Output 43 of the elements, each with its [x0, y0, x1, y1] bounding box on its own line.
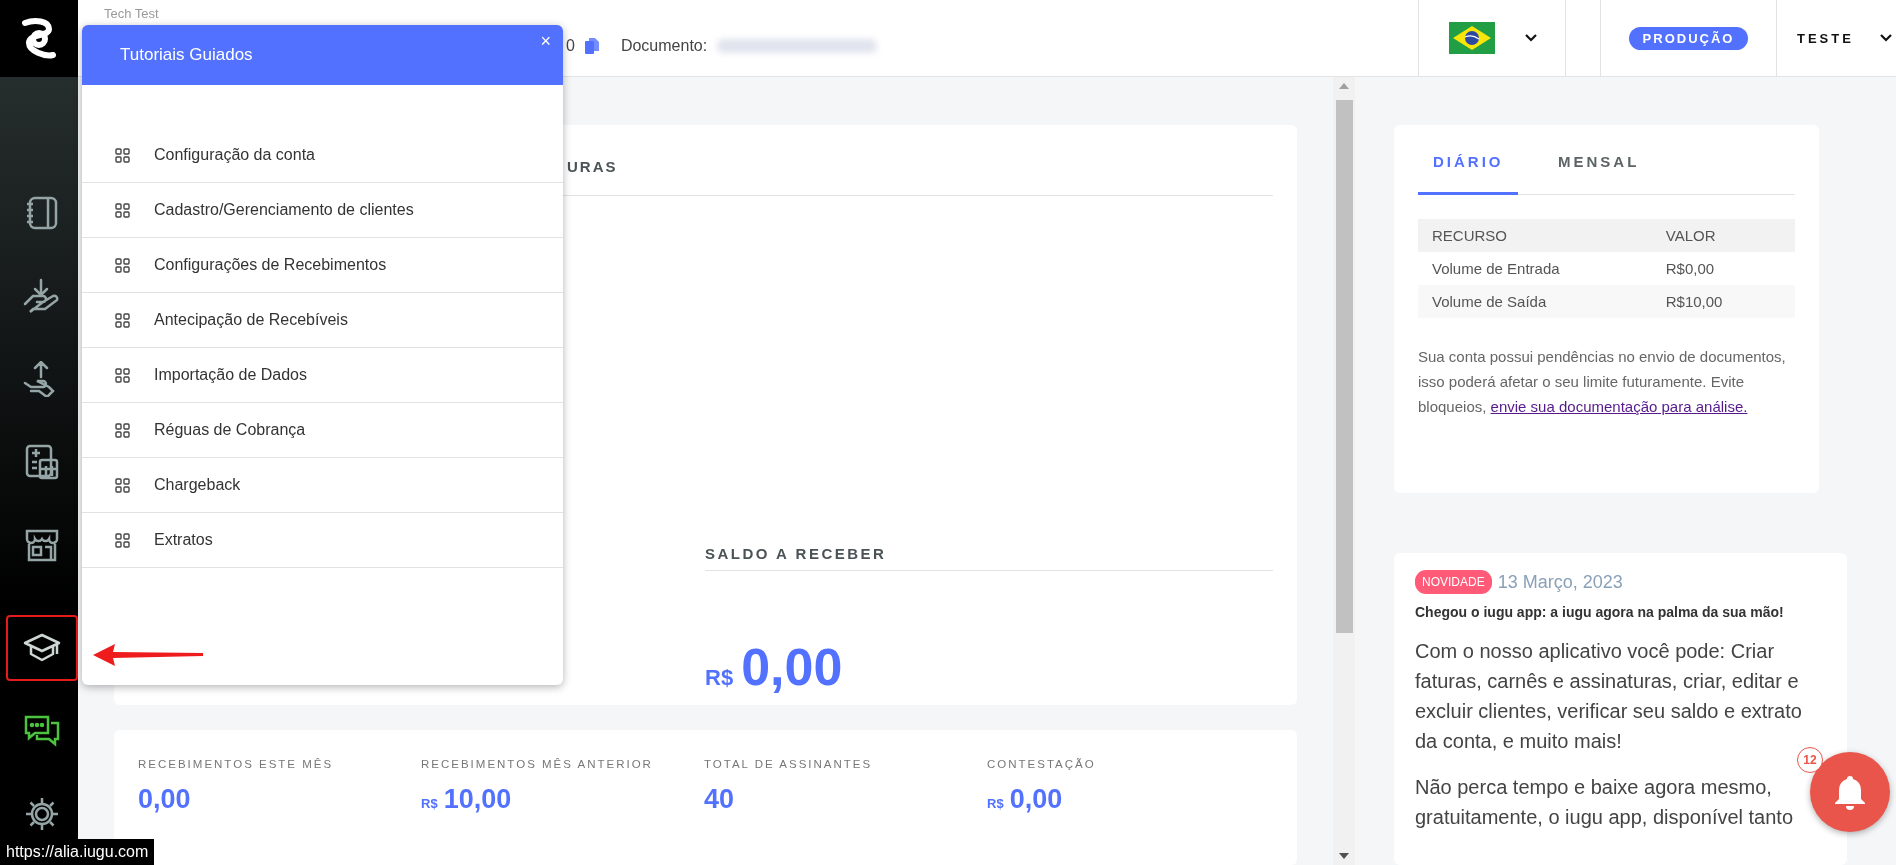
tutorial-item[interactable]: Chargeback	[82, 458, 563, 513]
account-name: Tech Test	[104, 6, 160, 21]
tutorial-item[interactable]: Réguas de Cobrança	[82, 403, 563, 458]
user-menu[interactable]: TESTE	[1797, 30, 1854, 46]
currency-symbol: R$	[987, 796, 1004, 812]
stat-label: RECEBIMENTOS ESTE MÊS	[138, 758, 335, 771]
stat-value: 10,00	[443, 784, 512, 816]
tutorial-item[interactable]: Antecipação de Recebíveis	[82, 293, 563, 348]
tutorial-item[interactable]: Extratos	[82, 513, 563, 568]
stat-label: CONTESTAÇÃO	[987, 758, 1097, 771]
stat-value: 40	[704, 784, 735, 816]
document-label: Documento:	[620, 37, 708, 55]
environment-badge: PRODUÇÃO	[1628, 26, 1749, 50]
table-cell: Volume de Saída	[1418, 285, 1652, 318]
balance-amount: 0,00	[741, 637, 843, 697]
currency-symbol: R$	[421, 796, 438, 812]
news-date: 13 Março, 2023	[1497, 571, 1623, 593]
table-cell: Volume de Entrada	[1418, 252, 1652, 285]
tutorial-item[interactable]: Configurações de Recebimentos	[82, 238, 563, 293]
news-title: Chegou o iugu app: a iugu agora na palma da sua mão!	[1415, 604, 1785, 620]
currency-symbol: R$	[705, 665, 734, 691]
account-code: 0	[566, 37, 575, 55]
period-tab[interactable]: MENSAL	[1518, 153, 1655, 195]
popup-title: Tutoriais Guiados	[120, 45, 253, 65]
table-cell: R$0,00	[1651, 252, 1795, 285]
tutorial-item[interactable]: Cadastro/Gerenciamento de clientes	[82, 183, 563, 238]
notice-text: Sua conta possui pendências no envio de documentos, isso poderá afetar o seu limite futuramente. Evite bloqueios, envie sua documentação para análise.	[1418, 347, 1787, 417]
tab-label[interactable]: URAS	[567, 158, 618, 195]
stat-value: 0,00	[138, 784, 191, 816]
tutorial-item[interactable]: Importação de Dados	[82, 348, 563, 403]
news-paragraph: Não perca tempo e baixe agora mesmo, gratuitamente, o iugu app, disponível tanto	[1415, 775, 1795, 830]
stat-label: RECEBIMENTOS MÊS ANTERIOR	[421, 758, 654, 771]
balance-label: SALDO A RECEBER	[705, 545, 1273, 571]
documentation-link[interactable]: envie sua documentação para análise.	[1490, 398, 1748, 415]
tutorial-item[interactable]: Configuração da conta	[82, 128, 563, 183]
stat-label: TOTAL DE ASSINANTES	[704, 758, 874, 771]
column-header: RECURSO	[1418, 219, 1652, 252]
period-tab[interactable]: DIÁRIO	[1418, 153, 1518, 195]
news-badge: NOVIDADE	[1415, 570, 1492, 594]
table-cell: R$10,00	[1651, 285, 1795, 318]
stat-value: 0,00	[1009, 784, 1063, 816]
column-header: VALOR	[1651, 219, 1795, 252]
close-button[interactable]: ×	[536, 29, 555, 54]
